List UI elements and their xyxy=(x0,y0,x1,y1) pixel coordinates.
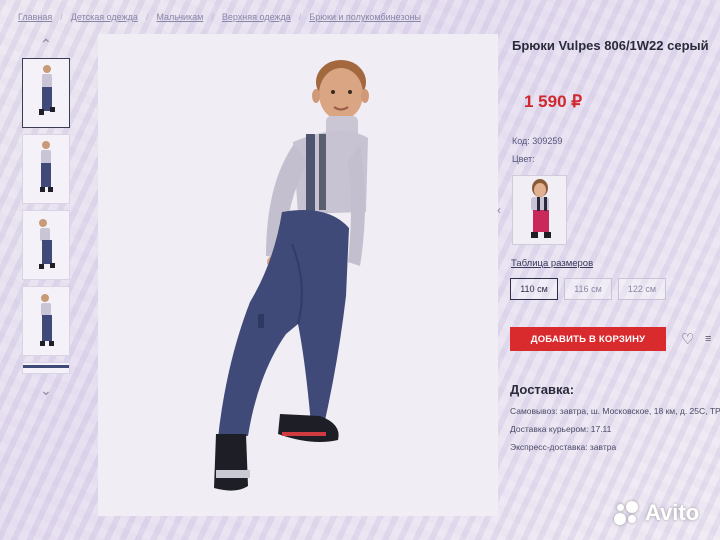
breadcrumb-outerwear[interactable]: Верхняя одежда xyxy=(222,12,291,22)
size-option-116[interactable]: 116 см xyxy=(564,278,612,300)
delivery-title: Доставка: xyxy=(510,382,575,397)
breadcrumb: Главная / Детская одежда / Мальчикам / В… xyxy=(18,12,421,22)
heart-icon[interactable]: ♡ xyxy=(681,330,694,348)
delivery-pickup: Самовывоз: завтра, ш. Московское, 18 км,… xyxy=(510,406,720,416)
chevron-down-icon[interactable]: ⌄ xyxy=(20,382,72,398)
color-label: Цвет: xyxy=(512,154,535,164)
add-to-cart-button[interactable]: ДОБАВИТЬ В КОРЗИНУ xyxy=(510,327,666,351)
thumbnail-5[interactable] xyxy=(22,362,70,374)
breadcrumb-separator: / xyxy=(211,12,214,22)
color-option-thumbnail[interactable] xyxy=(512,175,567,245)
avito-watermark: Avito xyxy=(614,500,699,526)
thumbnail-2[interactable] xyxy=(22,134,70,204)
thumbnail-3[interactable] xyxy=(22,210,70,280)
delivery-courier: Доставка курьером: 17.11 xyxy=(510,424,612,434)
breadcrumb-boys[interactable]: Мальчикам xyxy=(156,12,203,22)
avito-wordmark: Avito xyxy=(645,500,700,525)
size-option-122[interactable]: 122 см xyxy=(618,278,666,300)
breadcrumb-pants[interactable]: Брюки и полукомбинезоны xyxy=(309,12,421,22)
compare-icon[interactable]: ≡ xyxy=(705,333,711,345)
breadcrumb-home[interactable]: Главная xyxy=(18,12,52,22)
thumbnail-1[interactable] xyxy=(22,58,70,128)
chevron-up-icon[interactable]: ⌃ xyxy=(20,36,72,52)
breadcrumb-separator: / xyxy=(145,12,149,22)
avito-logo-icon xyxy=(614,501,640,525)
size-table-link[interactable]: Таблица размеров xyxy=(511,258,593,269)
size-selector: 110 см 116 см 122 см xyxy=(510,278,666,300)
product-title: Брюки Vulpes 806/1W22 серый xyxy=(512,38,709,53)
main-product-photo[interactable] xyxy=(98,34,498,516)
thumbnail-gallery: ⌃ ⌄ xyxy=(20,36,72,398)
size-option-110[interactable]: 110 см xyxy=(510,278,558,300)
product-price: 1 590 ₽ xyxy=(524,92,583,111)
breadcrumb-separator: / xyxy=(60,12,63,22)
delivery-express: Экспресс-доставка: завтра xyxy=(510,442,617,452)
product-code: Код: 309259 xyxy=(512,136,563,146)
chevron-left-icon[interactable]: ‹ xyxy=(497,203,501,217)
breadcrumb-separator: / xyxy=(298,12,302,22)
breadcrumb-kids-clothing[interactable]: Детская одежда xyxy=(71,12,138,22)
thumbnail-4[interactable] xyxy=(22,286,70,356)
